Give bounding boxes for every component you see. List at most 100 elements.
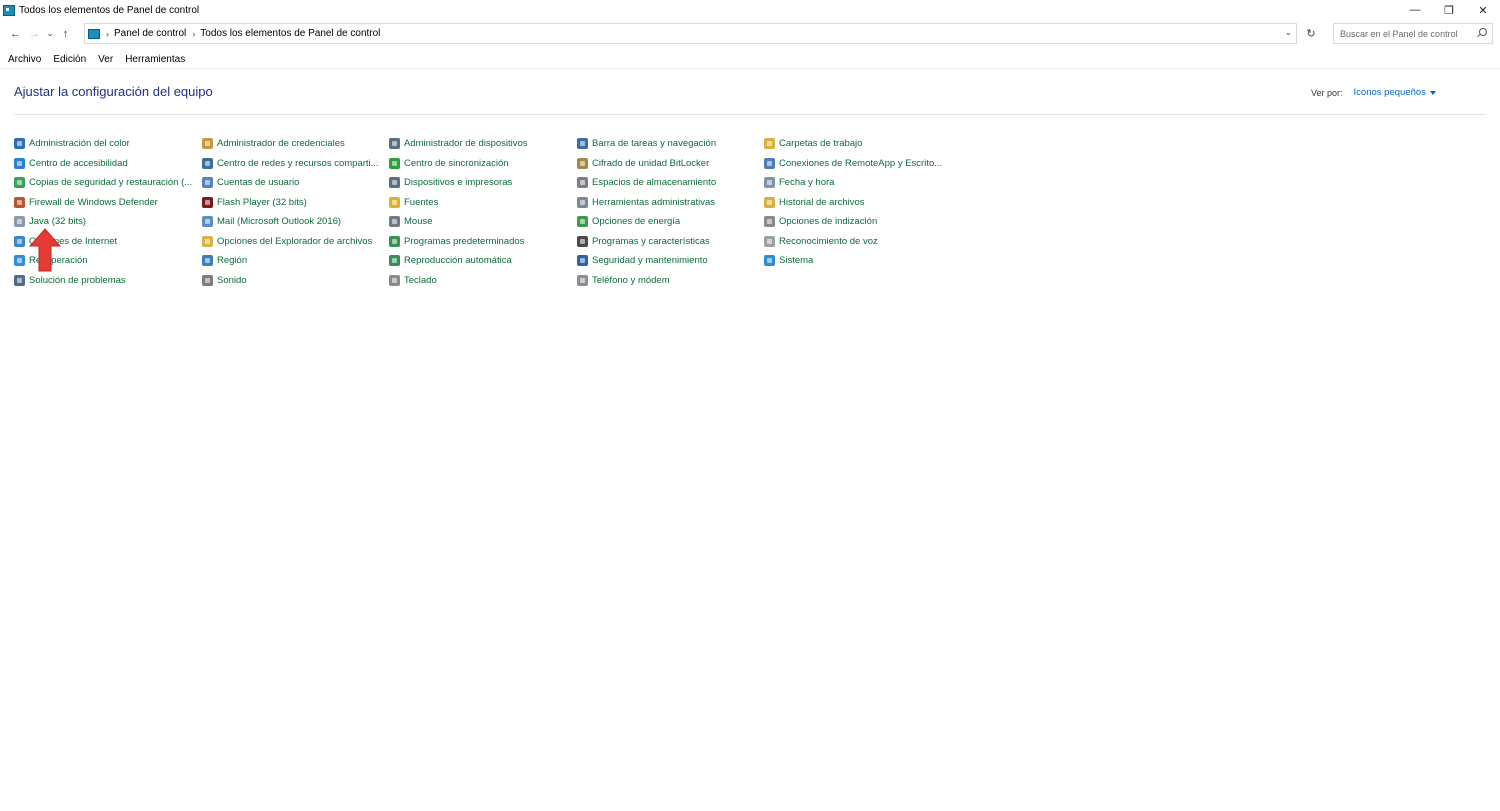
control-panel-item[interactable]: Opciones de indización <box>764 212 877 232</box>
item-label[interactable]: Administración del color <box>29 138 130 149</box>
item-label[interactable]: Historial de archivos <box>779 197 865 208</box>
item-label[interactable]: Administrador de credenciales <box>217 138 345 149</box>
search-icon[interactable] <box>1479 28 1487 36</box>
item-label[interactable]: Mail (Microsoft Outlook 2016) <box>217 216 341 227</box>
item-label[interactable]: Carpetas de trabajo <box>779 138 862 149</box>
speech-icon <box>764 235 775 247</box>
control-panel-item[interactable]: Firewall de Windows Defender <box>14 193 158 213</box>
address-bar[interactable]: › Panel de control › Todos los elementos… <box>84 23 1297 44</box>
control-panel-item[interactable]: Opciones de energía <box>577 212 680 232</box>
item-label[interactable]: Centro de sincronización <box>404 158 509 169</box>
item-label[interactable]: Firewall de Windows Defender <box>29 197 158 208</box>
control-panel-item[interactable]: Fecha y hora <box>764 173 834 193</box>
item-label[interactable]: Teléfono y módem <box>592 275 670 286</box>
view-by-dropdown[interactable]: Iconos pequeños <box>1354 87 1426 98</box>
refresh-button[interactable]: ↻ <box>1300 23 1322 44</box>
control-panel-item[interactable]: Fuentes <box>389 193 438 213</box>
control-panel-item[interactable]: Dispositivos e impresoras <box>389 173 512 193</box>
item-label[interactable]: Opciones de indización <box>779 216 877 227</box>
flash-icon <box>202 196 213 208</box>
item-label[interactable]: Sistema <box>779 255 813 266</box>
item-label[interactable]: Copias de seguridad y restauración (... <box>29 177 192 188</box>
control-panel-item[interactable]: Copias de seguridad y restauración (... <box>14 173 192 193</box>
item-label[interactable]: Seguridad y mantenimiento <box>592 255 708 266</box>
control-panel-item[interactable]: Sistema <box>764 251 813 271</box>
control-panel-item[interactable]: Barra de tareas y navegación <box>577 134 716 154</box>
control-panel-item[interactable]: Seguridad y mantenimiento <box>577 251 708 271</box>
item-label[interactable]: Conexiones de RemoteApp y Escrito... <box>779 158 942 169</box>
control-panel-item[interactable]: Teclado <box>389 271 437 291</box>
item-label[interactable]: Opciones del Explorador de archivos <box>217 236 372 247</box>
work-folders-icon <box>764 138 775 150</box>
item-label[interactable]: Barra de tareas y navegación <box>592 138 716 149</box>
restore-button[interactable]: ❐ <box>1432 0 1466 20</box>
control-panel-item[interactable]: Flash Player (32 bits) <box>202 193 307 213</box>
item-label[interactable]: Flash Player (32 bits) <box>217 197 307 208</box>
item-label[interactable]: Cuentas de usuario <box>217 177 299 188</box>
control-panel-item[interactable]: Cifrado de unidad BitLocker <box>577 154 709 174</box>
control-panel-item[interactable]: Sonido <box>202 271 247 291</box>
item-label[interactable]: Herramientas administrativas <box>592 197 715 208</box>
item-label[interactable]: Fecha y hora <box>779 177 834 188</box>
control-panel-item[interactable]: Administrador de credenciales <box>202 134 345 154</box>
item-label[interactable]: Región <box>217 255 247 266</box>
item-label[interactable]: Opciones de energía <box>592 216 680 227</box>
address-dropdown-button[interactable]: ⌄ <box>1284 27 1292 38</box>
control-panel-item[interactable]: Cuentas de usuario <box>202 173 299 193</box>
menu-ver[interactable]: Ver <box>98 54 113 65</box>
control-panel-item[interactable]: Reproducción automática <box>389 251 512 271</box>
control-panel-item[interactable]: Administrador de dispositivos <box>389 134 528 154</box>
item-label[interactable]: Reconocimiento de voz <box>779 236 878 247</box>
control-panel-item[interactable]: Espacios de almacenamiento <box>577 173 716 193</box>
item-label[interactable]: Sonido <box>217 275 247 286</box>
control-panel-item[interactable]: Administración del color <box>14 134 130 154</box>
item-label[interactable]: Programas y características <box>592 236 710 247</box>
item-label[interactable]: Centro de redes y recursos comparti... <box>217 158 379 169</box>
control-panel-item[interactable]: Solución de problemas <box>14 271 126 291</box>
forward-button[interactable]: → <box>25 24 44 44</box>
recent-locations-button[interactable]: ⌄ <box>44 24 56 44</box>
close-button[interactable]: ✕ <box>1466 0 1500 20</box>
minimize-button[interactable]: — <box>1398 0 1432 20</box>
item-label[interactable]: Solución de problemas <box>29 275 126 286</box>
item-label[interactable]: Administrador de dispositivos <box>404 138 528 149</box>
item-label[interactable]: Java (32 bits) <box>29 216 86 227</box>
control-panel-item[interactable]: Teléfono y módem <box>577 271 670 291</box>
item-label[interactable]: Centro de accesibilidad <box>29 158 128 169</box>
item-label[interactable]: Teclado <box>404 275 437 286</box>
item-label[interactable]: Espacios de almacenamiento <box>592 177 716 188</box>
search-box[interactable] <box>1333 23 1493 44</box>
control-panel-item[interactable]: Mouse <box>389 212 433 232</box>
control-panel-item[interactable]: Centro de sincronización <box>389 154 509 174</box>
control-panel-item[interactable]: Conexiones de RemoteApp y Escrito... <box>764 154 942 174</box>
control-panel-item[interactable]: Herramientas administrativas <box>577 193 715 213</box>
breadcrumb-control-panel[interactable]: Panel de control <box>114 28 186 39</box>
search-input[interactable] <box>1340 28 1480 39</box>
menu-herramientas[interactable]: Herramientas <box>125 54 185 65</box>
item-label[interactable]: Cifrado de unidad BitLocker <box>592 158 709 169</box>
firewall-icon <box>14 196 25 208</box>
item-label[interactable]: Programas predeterminados <box>404 236 524 247</box>
control-panel-item[interactable]: Región <box>202 251 247 271</box>
control-panel-item[interactable]: Historial de archivos <box>764 193 865 213</box>
item-label[interactable]: Fuentes <box>404 197 438 208</box>
control-panel-item[interactable]: Reconocimiento de voz <box>764 232 878 252</box>
breadcrumb-all-items[interactable]: Todos los elementos de Panel de control <box>200 28 380 39</box>
control-panel-icon <box>88 28 100 39</box>
up-button[interactable]: ↑ <box>56 24 75 44</box>
back-button[interactable]: ← <box>6 24 25 44</box>
content-divider <box>14 114 1486 115</box>
control-panel-item[interactable]: Opciones del Explorador de archivos <box>202 232 372 252</box>
control-panel-item[interactable]: Centro de accesibilidad <box>14 154 128 174</box>
menu-archivo[interactable]: Archivo <box>8 54 41 65</box>
chevron-down-icon[interactable] <box>1429 90 1436 95</box>
control-panel-item[interactable]: Mail (Microsoft Outlook 2016) <box>202 212 341 232</box>
item-label[interactable]: Dispositivos e impresoras <box>404 177 512 188</box>
menu-edicion[interactable]: Edición <box>53 54 86 65</box>
control-panel-item[interactable]: Programas predeterminados <box>389 232 524 252</box>
control-panel-item[interactable]: Centro de redes y recursos comparti... <box>202 154 379 174</box>
control-panel-item[interactable]: Programas y características <box>577 232 710 252</box>
item-label[interactable]: Reproducción automática <box>404 255 512 266</box>
item-label[interactable]: Mouse <box>404 216 433 227</box>
control-panel-item[interactable]: Carpetas de trabajo <box>764 134 862 154</box>
